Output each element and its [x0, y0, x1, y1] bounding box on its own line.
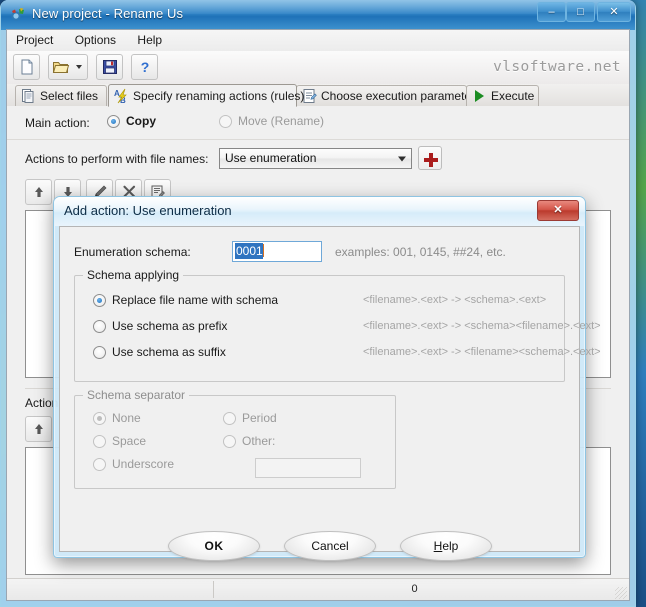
radio-separator-period[interactable] — [223, 412, 236, 425]
tab-strip: Select files A B Specify renaming action… — [7, 84, 629, 107]
window-title-bar[interactable]: New project - Rename Us – □ ✕ — [1, 0, 635, 30]
schema-applying-legend: Schema applying — [83, 268, 184, 282]
arrow-up-icon — [34, 187, 43, 197]
brand-label: vlsoftware.net — [493, 59, 621, 75]
schema-separator-group: Schema separator None Space Underscore P… — [74, 388, 396, 489]
menu-bar: Project Options Help — [7, 30, 629, 52]
new-document-icon — [21, 59, 32, 75]
enumeration-schema-label: Enumeration schema: — [74, 245, 191, 259]
dialog-title-bar[interactable]: Add action: Use enumeration ✕ — [54, 197, 585, 226]
main-toolbar: ? vlsoftware.net — [7, 51, 629, 85]
status-left-panel — [9, 581, 214, 598]
schema-applying-group: Schema applying Replace file name with s… — [74, 268, 601, 382]
lower-move-up-button[interactable] — [25, 416, 52, 442]
action-type-combobox[interactable]: Use enumeration — [219, 148, 412, 169]
save-floppy-icon — [102, 60, 117, 74]
text-caret — [262, 244, 264, 257]
status-right-panel: 0 — [411, 583, 418, 595]
radio-separator-space[interactable] — [93, 435, 106, 448]
radio-separator-none-label: None — [112, 411, 141, 425]
question-mark-icon: ? — [140, 59, 149, 75]
add-action-dialog: Add action: Use enumeration ✕ Enumeratio… — [53, 196, 601, 561]
radio-separator-period-label: Period — [242, 411, 277, 425]
menu-item-project[interactable]: Project — [7, 30, 62, 49]
tab-label: Execute — [491, 89, 535, 103]
main-action-label: Main action: — [25, 116, 90, 130]
tab-specify-renaming-actions[interactable]: A B Specify renaming actions (rules) — [108, 84, 304, 107]
action-type-value: Use enumeration — [225, 151, 317, 165]
minimize-icon: – — [548, 6, 555, 18]
close-button[interactable]: ✕ — [597, 2, 631, 22]
schema-separator-legend: Schema separator — [83, 388, 190, 402]
move-rule-up-button[interactable] — [25, 179, 52, 205]
save-project-button[interactable] — [96, 54, 123, 80]
open-folder-icon — [52, 62, 70, 73]
arrow-up-icon — [34, 424, 43, 434]
chevron-down-icon[interactable] — [398, 156, 406, 161]
plus-icon-vertical — [429, 152, 433, 167]
main-action-row: Main action: Copy Move (Rename) — [7, 106, 629, 140]
close-icon: ✕ — [609, 6, 619, 18]
radio-separator-underscore[interactable] — [93, 458, 106, 471]
enumeration-schema-input[interactable]: 0001 — [232, 241, 322, 262]
dialog-body: Enumeration schema: 0001 examples: 001, … — [59, 226, 601, 561]
play-triangle-icon — [475, 90, 484, 102]
dialog-close-button[interactable]: ✕ — [537, 200, 579, 221]
chevron-down-icon[interactable] — [76, 65, 82, 69]
help-button[interactable]: ? — [131, 54, 158, 80]
status-bar: 0 — [7, 578, 629, 600]
radio-separator-none[interactable] — [93, 412, 106, 425]
radio-schema-as-prefix-label: Use schema as prefix — [112, 319, 228, 333]
close-icon: ✕ — [553, 204, 563, 216]
radio-separator-space-label: Space — [112, 434, 147, 448]
menu-item-help[interactable]: Help — [128, 30, 171, 49]
tab-choose-execution-parameters[interactable]: Choose execution parameters — [296, 85, 481, 106]
radio-copy-label: Copy — [126, 114, 156, 128]
cancel-button-label: Cancel — [311, 539, 349, 553]
enumeration-examples-hint: examples: 001, 0145, ##24, etc. — [335, 245, 506, 259]
enumeration-schema-value: 0001 — [235, 243, 263, 259]
svg-text:?: ? — [140, 59, 149, 75]
maximize-icon: □ — [577, 6, 584, 18]
menu-item-options[interactable]: Options — [66, 30, 125, 49]
new-project-button[interactable] — [13, 54, 40, 80]
radio-replace-file-name-label: Replace file name with schema — [112, 293, 279, 307]
tab-label: Select files — [40, 89, 99, 103]
radio-move-rename-label: Move (Rename) — [238, 114, 325, 128]
ok-button-label: OK — [204, 539, 224, 553]
help-button[interactable]: Help — [400, 531, 492, 561]
radio-separator-underscore-label: Underscore — [112, 457, 175, 471]
radio-separator-other[interactable] — [223, 435, 236, 448]
window-title: New project - Rename Us — [32, 6, 184, 21]
add-action-button[interactable] — [418, 146, 442, 170]
app-icon — [11, 8, 24, 21]
tab-label: Choose execution parameters — [321, 89, 482, 103]
cancel-button[interactable]: Cancel — [284, 531, 376, 561]
radio-schema-as-prefix[interactable] — [93, 320, 106, 333]
radio-schema-as-suffix[interactable] — [93, 346, 106, 359]
tab-label: Specify renaming actions (rules) — [133, 89, 305, 103]
radio-copy[interactable] — [107, 115, 120, 128]
radio-separator-other-label: Other: — [242, 434, 276, 448]
separator-other-input[interactable] — [255, 458, 361, 478]
files-icon — [22, 89, 34, 103]
ab-rename-icon: A B — [114, 88, 127, 104]
suffix-hint: <filename>.<ext> -> <filename><schema>.<… — [363, 346, 601, 358]
resize-grip-icon[interactable] — [615, 587, 627, 599]
actions-row: Actions to perform with file names: Use … — [7, 140, 629, 178]
prefix-hint: <filename>.<ext> -> <schema><filename>.<… — [363, 320, 601, 332]
actions-label: Actions to perform with file names: — [25, 152, 209, 166]
radio-replace-file-name[interactable] — [93, 294, 106, 307]
open-project-button[interactable] — [48, 54, 88, 80]
tab-execute[interactable]: Execute — [466, 85, 539, 106]
maximize-button[interactable]: □ — [566, 2, 595, 22]
ok-button[interactable]: OK — [168, 531, 260, 561]
tab-select-files[interactable]: Select files — [15, 85, 107, 106]
radio-schema-as-suffix-label: Use schema as suffix — [112, 345, 226, 359]
minimize-button[interactable]: – — [537, 2, 566, 22]
help-button-label: elp — [442, 539, 459, 553]
replace-hint: <filename>.<ext> -> <schema>.<ext> — [363, 294, 547, 306]
dialog-title: Add action: Use enumeration — [64, 203, 232, 218]
radio-move-rename[interactable] — [219, 115, 232, 128]
